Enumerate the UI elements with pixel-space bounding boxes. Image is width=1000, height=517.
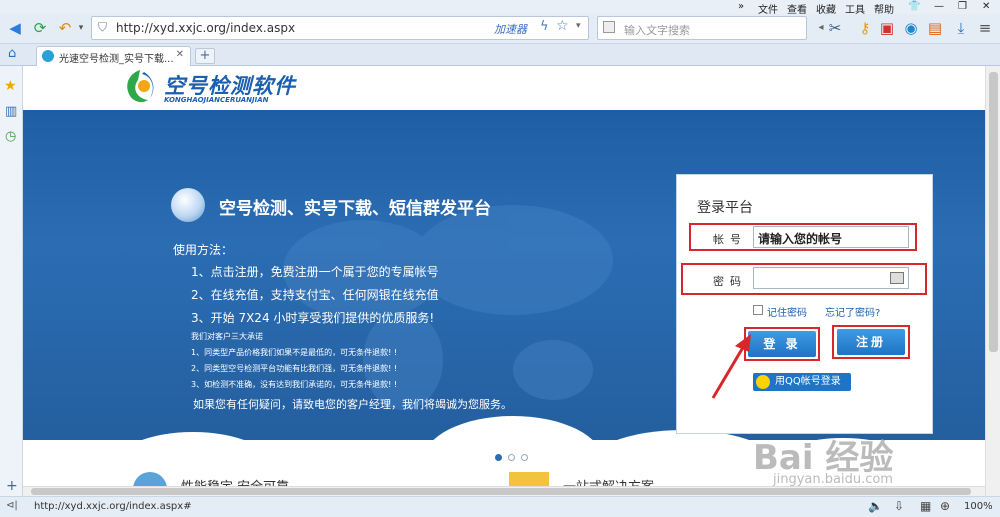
skin-icon[interactable]: 👕: [908, 1, 920, 12]
password-field[interactable]: [753, 267, 909, 289]
download-manager-icon[interactable]: ⇩: [894, 499, 904, 513]
key-icon[interactable]: ⚷: [856, 18, 874, 38]
scissors-icon[interactable]: ✂: [826, 18, 844, 38]
grid-icon[interactable]: ▦: [920, 499, 931, 513]
qq-login-button[interactable]: 用QQ帐号登录: [753, 373, 851, 391]
tab-active[interactable]: 光速空号检测_实号下载... ✕: [36, 46, 191, 66]
baidu-watermark: Bai 经验 jingyan.baidu.com: [753, 430, 973, 492]
favicon-icon: [42, 50, 54, 62]
note-icon[interactable]: ▣: [878, 18, 896, 38]
search-input[interactable]: 输入文字搜索: [624, 22, 690, 38]
scroll-thumb[interactable]: [989, 72, 998, 352]
promise-2: 2、同类型空号检测平台功能有比我们强，可无条件退款! !: [191, 364, 398, 373]
menu-bar: » 文件 查看 收藏 工具 帮助 👕 — ❐ ✕: [0, 0, 1000, 16]
hero-banner: 空号检测、实号下载、短信群发平台 使用方法： 1、点击注册，免费注册一个属于您的…: [23, 110, 985, 496]
logo-subtitle: KONGHAOJIANCERUANJIAN: [164, 96, 269, 104]
carousel-dot-1[interactable]: [495, 454, 502, 461]
lightning-icon[interactable]: ϟ: [540, 19, 549, 34]
usage-step-1: 1、点击注册，免费注册一个属于您的专属帐号: [191, 265, 439, 279]
zoom-icon[interactable]: ⊕: [940, 499, 950, 513]
close-icon[interactable]: ✕: [982, 1, 990, 12]
promise-title: 我们对客户三大承诺: [191, 332, 263, 341]
carousel-dot-3[interactable]: [521, 454, 528, 461]
remember-checkbox[interactable]: [753, 305, 763, 315]
panel-toggle-icon[interactable]: ⊲|: [6, 500, 18, 511]
search-box[interactable]: 输入文字搜索: [597, 16, 807, 40]
back-icon[interactable]: ◀: [6, 18, 24, 38]
address-bar[interactable]: ⛉ http://xyd.xxjc.org/index.aspx 加速器 ϟ ☆…: [91, 16, 589, 40]
headline-text: 空号检测、实号下载、短信群发平台: [219, 199, 491, 219]
download-icon[interactable]: ⤓: [952, 18, 970, 38]
reader-icon[interactable]: ▥: [5, 104, 17, 119]
star-icon[interactable]: ☆: [556, 18, 569, 34]
account-field[interactable]: 请输入您的帐号: [753, 226, 909, 248]
site-logo[interactable]: 空号检测软件 KONGHAOJIANCERUANJIAN: [118, 66, 308, 110]
history-clock-icon[interactable]: ◷: [5, 129, 16, 144]
qq-login-label: 用QQ帐号登录: [775, 376, 841, 387]
keyboard-icon[interactable]: [890, 272, 904, 284]
usage-step-3: 3、开始 7X24 小时享受我们提供的优质服务!: [191, 311, 435, 325]
refresh-icon[interactable]: ⟳: [31, 18, 49, 38]
login-button[interactable]: 登 录: [748, 331, 816, 357]
home-icon[interactable]: ⌂: [8, 46, 16, 61]
status-url: http://xyd.xxjc.org/index.aspx#: [34, 501, 192, 512]
tab-close-icon[interactable]: ✕: [176, 49, 184, 60]
restore-icon[interactable]: ❐: [958, 1, 967, 12]
tab-bar: ⌂ 光速空号检测_实号下载... ✕ +: [0, 44, 1000, 66]
vertical-scrollbar[interactable]: [985, 66, 1000, 496]
app-icon[interactable]: ◉: [902, 18, 920, 38]
promise-1: 1、同类型产品价格我们如果不是最低的，可无条件退款! !: [191, 348, 398, 357]
horizontal-scrollbar[interactable]: [23, 486, 985, 496]
web-content: 空号检测软件 KONGHAOJIANCERUANJIAN 空号检测、实号下载、短…: [23, 66, 985, 496]
chevron-down-icon[interactable]: ▾: [72, 18, 90, 38]
status-bar: ⊲| http://xyd.xxjc.org/index.aspx# 🔈 ⇩ ▦…: [0, 496, 1000, 517]
megaphone-icon: [171, 188, 205, 222]
annotation-arrow: [711, 334, 751, 399]
account-label: 帐号: [713, 233, 747, 246]
usage-step-2: 2、在线充值，支持支付宝、任何网银在线充值: [191, 288, 439, 302]
bookmark-icon[interactable]: ▤: [926, 18, 944, 38]
tab-title[interactable]: 光速空号检测_实号下载...: [59, 50, 174, 65]
carousel-dot-2[interactable]: [508, 454, 515, 461]
navigation-toolbar: ◀ ⟳ ↶ ▾ ⛉ http://xyd.xxjc.org/index.aspx…: [0, 14, 1000, 44]
accelerator-link[interactable]: 加速器: [494, 21, 527, 37]
minimize-icon[interactable]: —: [934, 1, 944, 12]
add-icon[interactable]: +: [6, 478, 18, 494]
shield-icon: ⛉: [98, 20, 108, 34]
zoom-level[interactable]: 100%: [964, 501, 993, 512]
favorites-star-icon[interactable]: ★: [4, 78, 17, 94]
usage-title: 使用方法：: [173, 243, 234, 257]
speaker-icon[interactable]: 🔈: [868, 499, 883, 513]
qq-penguin-icon: [756, 375, 770, 389]
chevron-icon[interactable]: »: [738, 1, 744, 12]
search-engine-icon[interactable]: [603, 21, 615, 33]
chevron-down-icon[interactable]: ▾: [576, 21, 581, 31]
forgot-password-link[interactable]: 忘记了密码?: [825, 304, 880, 319]
remember-label[interactable]: 记住密码: [767, 304, 807, 319]
account-input-value[interactable]: 请输入您的帐号: [758, 230, 842, 247]
menu-icon[interactable]: ≡: [976, 18, 994, 38]
promise-3: 3、如检测不准确，没有达到我们承诺的，可无条件退款! !: [191, 380, 398, 389]
hscroll-thumb[interactable]: [31, 488, 971, 495]
password-label: 密码: [713, 275, 747, 288]
sidebar: ★ ▥ ◷ +: [0, 66, 23, 496]
login-title: 登录平台: [697, 200, 753, 216]
register-button[interactable]: 注册: [837, 329, 905, 355]
carousel-dots: [495, 450, 534, 464]
new-tab-button[interactable]: +: [195, 48, 215, 64]
logo-swirl-icon: [127, 70, 154, 103]
address-url[interactable]: http://xyd.xxjc.org/index.aspx: [116, 21, 295, 35]
watermark-sub: jingyan.baidu.com: [773, 472, 893, 487]
